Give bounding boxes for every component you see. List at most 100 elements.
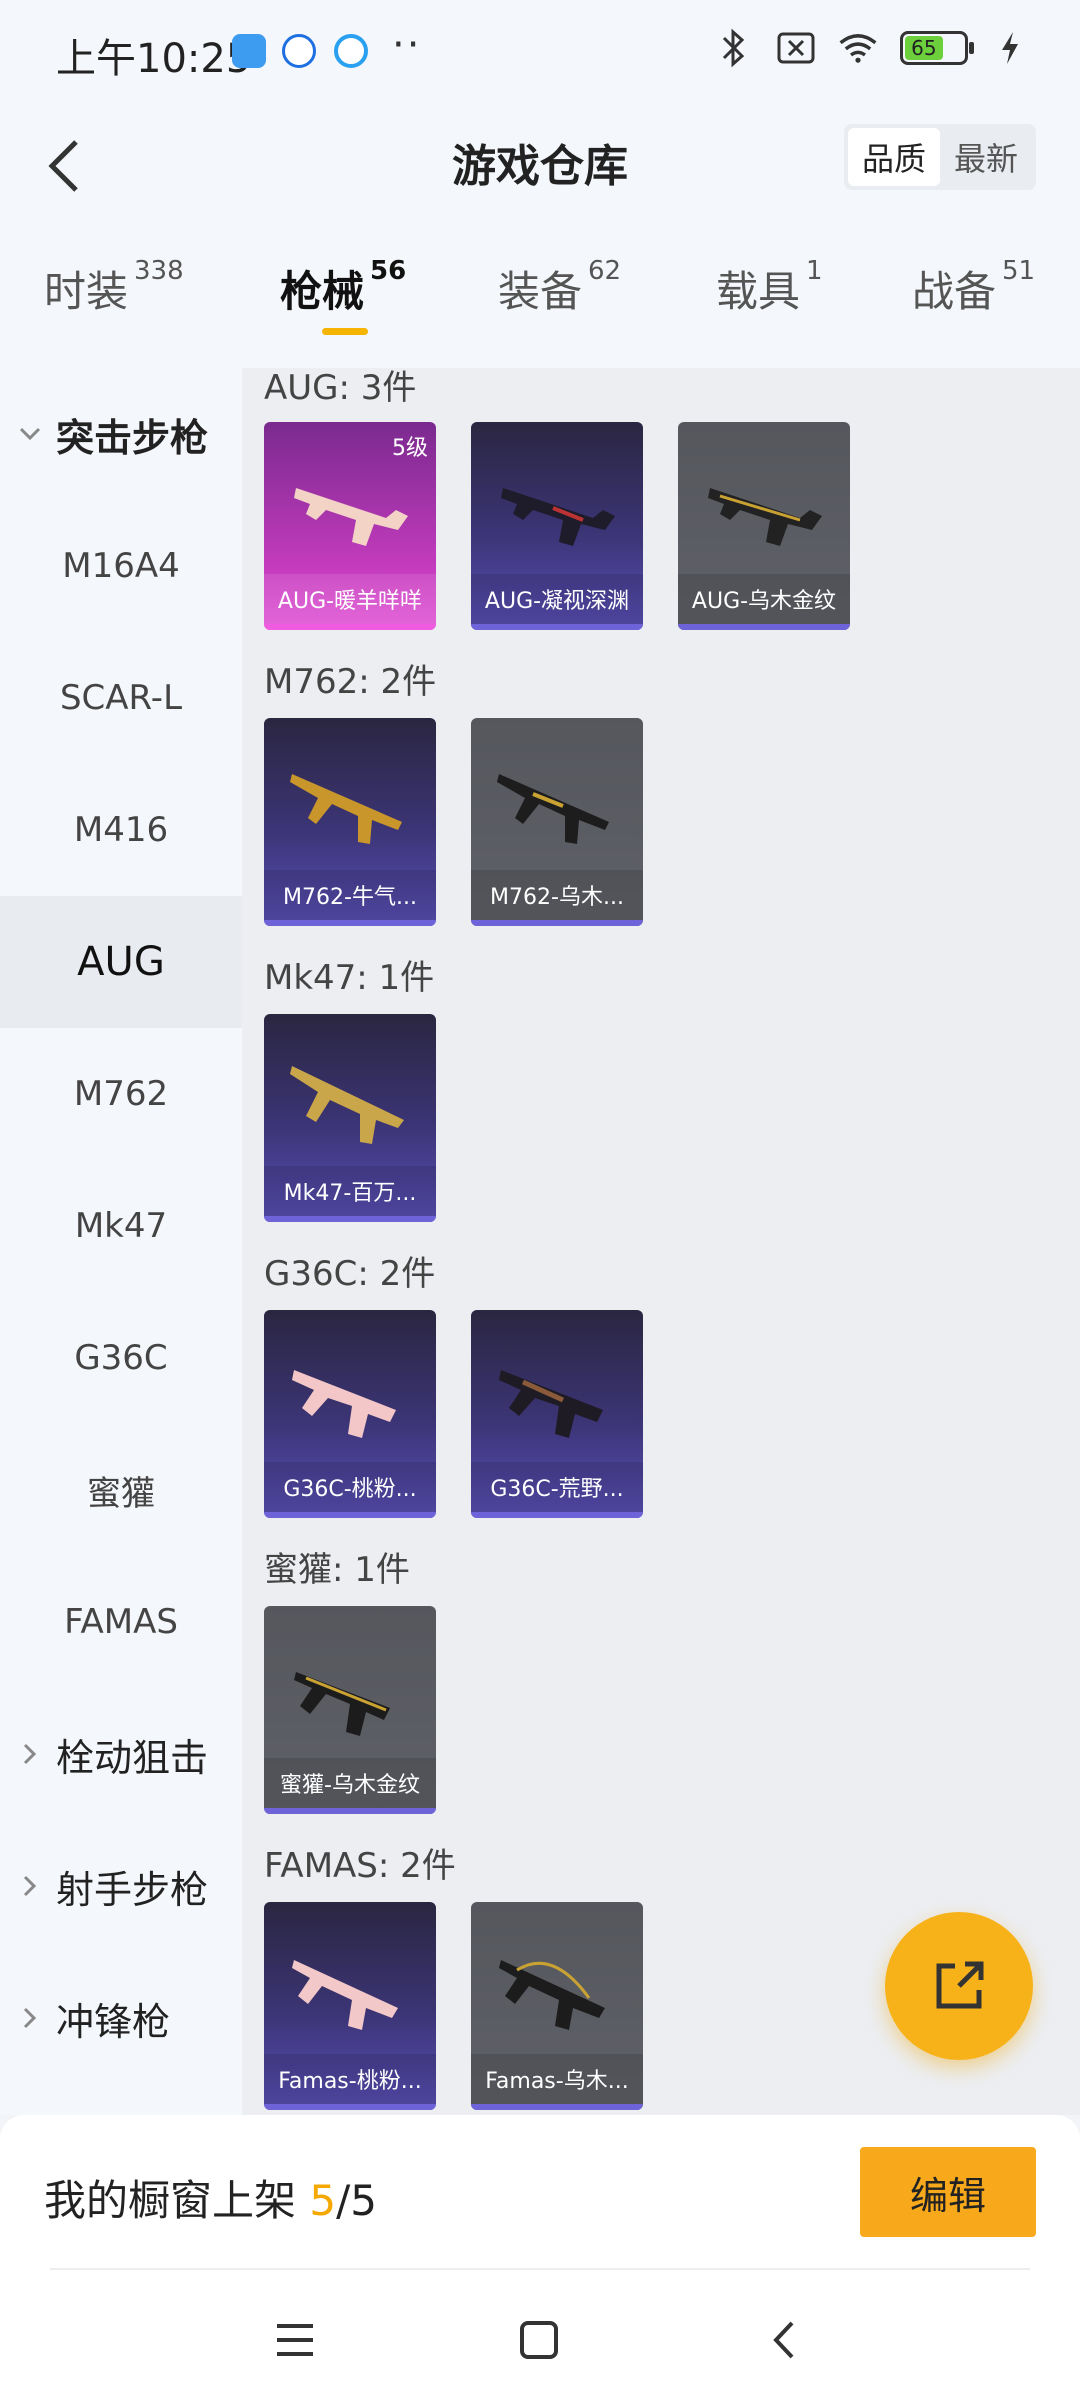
rarity-bar	[264, 1216, 436, 1222]
tab-guns[interactable]: 枪械 56	[280, 256, 406, 319]
rifle-icon	[292, 1370, 396, 1438]
showcase-current-count: 5	[309, 2176, 337, 2225]
rarity-bar	[678, 624, 850, 630]
weapon-type-sidebar: 突击步枪 M16A4 SCAR-L M416 AUG M762 Mk47 G36…	[0, 368, 242, 2115]
sidebar-group-assault-rifles[interactable]: 突击步枪	[0, 368, 242, 500]
section-title-g36c: G36C: 2件	[264, 1254, 436, 1294]
weapon-card[interactable]: G36C-桃粉...	[264, 1310, 436, 1518]
tab-equipment[interactable]: 装备 62	[498, 256, 621, 319]
status-time: 上午10:25	[56, 36, 252, 82]
no-sim-icon	[776, 28, 816, 68]
share-icon	[936, 1961, 984, 2009]
rarity-bar	[264, 920, 436, 926]
weapon-card-label: 蜜獾-乌木金纹	[264, 1758, 436, 1808]
section-title-m762: M762: 2件	[264, 662, 437, 702]
weapon-card-label: M762-乌木...	[471, 870, 643, 920]
weapon-card[interactable]: Famas-乌木...	[471, 1902, 643, 2110]
rifle-icon	[499, 1370, 603, 1438]
sidebar-item-m416[interactable]: M416	[0, 764, 242, 896]
section-title-mk47: Mk47: 1件	[264, 958, 435, 998]
wifi-icon	[838, 28, 878, 68]
chevron-right-icon	[18, 1742, 42, 1766]
weapon-card[interactable]: M762-乌木...	[471, 718, 643, 926]
chevron-right-icon	[18, 2006, 42, 2030]
showcase-bar: 我的橱窗上架 5/5 编辑	[0, 2115, 1080, 2275]
weapon-card[interactable]: 5级 AUG-暖羊咩咩	[264, 422, 436, 630]
weapon-card-label: Famas-桃粉...	[264, 2054, 436, 2104]
category-tabs: 时装 338 枪械 56 装备 62 载具 1 战备 51	[0, 230, 1080, 368]
battery-icon: 65	[900, 31, 974, 65]
weapon-card[interactable]: M762-牛气...	[264, 718, 436, 926]
rarity-bar	[471, 2104, 643, 2110]
weapon-card[interactable]: Mk47-百万...	[264, 1014, 436, 1222]
showcase-total: /5	[336, 2176, 377, 2225]
browser-app-icon	[334, 34, 368, 68]
weapon-card[interactable]: G36C-荒野...	[471, 1310, 643, 1518]
more-notifications-icon: ··	[392, 22, 422, 68]
sidebar-item-mk47[interactable]: Mk47	[0, 1160, 242, 1292]
status-bar: 上午10:25 ·· 65	[0, 0, 1080, 100]
sidebar-item-m16a4[interactable]: M16A4	[0, 500, 242, 632]
tab-vehicles[interactable]: 载具 1	[716, 256, 823, 319]
chevron-right-icon	[18, 1874, 42, 1898]
menu-button[interactable]	[260, 2305, 330, 2375]
nav-back-button[interactable]	[748, 2305, 818, 2375]
back-icon	[773, 2321, 794, 2359]
sidebar-group-smgs[interactable]: 冲锋枪	[0, 1952, 242, 2084]
rifle-icon	[290, 1066, 404, 1144]
weapon-grid: AUG: 3件 5级 AUG-暖羊咩咩 AUG-凝视深渊 AUG-乌木金纹 M7…	[242, 368, 1080, 2115]
rifle-icon	[497, 774, 609, 844]
rarity-bar	[471, 1512, 643, 1518]
weapon-card-label: AUG-乌木金纹	[678, 574, 850, 624]
rarity-bar	[264, 2104, 436, 2110]
rifle-icon	[290, 774, 402, 844]
section-title-aug: AUG: 3件	[264, 368, 417, 408]
weapon-card[interactable]: 蜜獾-乌木金纹	[264, 1606, 436, 1814]
menu-icon	[277, 2324, 313, 2356]
sort-newest-option[interactable]: 最新	[940, 128, 1032, 186]
weapon-card-label: M762-牛气...	[264, 870, 436, 920]
sidebar-group-bolt-action-snipers[interactable]: 栓动狙击	[0, 1688, 242, 1820]
rarity-bar	[264, 624, 436, 630]
rifle-icon	[294, 1672, 390, 1736]
home-icon	[520, 2321, 558, 2359]
charging-icon	[990, 28, 1030, 68]
weapon-card-label: AUG-凝视深渊	[471, 574, 643, 624]
rifle-icon	[499, 1960, 605, 2030]
tab-gear[interactable]: 战备 51	[912, 256, 1035, 319]
weapon-card[interactable]: AUG-凝视深渊	[471, 422, 643, 630]
weapon-card-label: G36C-荒野...	[471, 1462, 643, 1512]
sidebar-item-famas[interactable]: FAMAS	[0, 1556, 242, 1688]
app-header: 游戏仓库 品质 最新	[0, 100, 1080, 230]
section-title-famas: FAMAS: 2件	[264, 1846, 456, 1886]
rarity-bar	[471, 920, 643, 926]
active-tab-indicator	[322, 328, 368, 335]
edit-button[interactable]: 编辑	[860, 2147, 1036, 2237]
weapon-card[interactable]: Famas-桃粉...	[264, 1902, 436, 2110]
sidebar-item-m762[interactable]: M762	[0, 1028, 242, 1160]
weapon-card[interactable]: AUG-乌木金纹	[678, 422, 850, 630]
level-badge: 5级	[392, 436, 428, 461]
sidebar-item-scar-l[interactable]: SCAR-L	[0, 632, 242, 764]
rifle-icon	[501, 488, 615, 546]
share-button[interactable]	[885, 1912, 1033, 2060]
sidebar-item-aug[interactable]: AUG	[0, 896, 242, 1028]
weapon-card-label: Famas-乌木...	[471, 2054, 643, 2104]
home-button[interactable]	[504, 2305, 574, 2375]
section-title-honey-badger: 蜜獾: 1件	[264, 1550, 410, 1590]
sort-quality-option[interactable]: 品质	[848, 128, 940, 186]
weapon-card-label: G36C-桃粉...	[264, 1462, 436, 1512]
weapon-card-label: Mk47-百万...	[264, 1166, 436, 1216]
sidebar-group-marksman-rifles[interactable]: 射手步枪	[0, 1820, 242, 1952]
rifle-icon	[294, 488, 408, 546]
battery-level: 65	[905, 36, 943, 60]
rifle-icon	[292, 1960, 398, 2030]
rarity-bar	[264, 1512, 436, 1518]
tab-outfits[interactable]: 时装 338	[44, 256, 184, 319]
wallet-app-icon	[232, 34, 266, 68]
sidebar-item-honey-badger[interactable]: 蜜獾	[0, 1424, 242, 1556]
sidebar-item-g36c[interactable]: G36C	[0, 1292, 242, 1424]
rarity-bar	[471, 624, 643, 630]
sort-toggle: 品质 最新	[844, 124, 1036, 190]
bluetooth-icon	[714, 28, 754, 68]
